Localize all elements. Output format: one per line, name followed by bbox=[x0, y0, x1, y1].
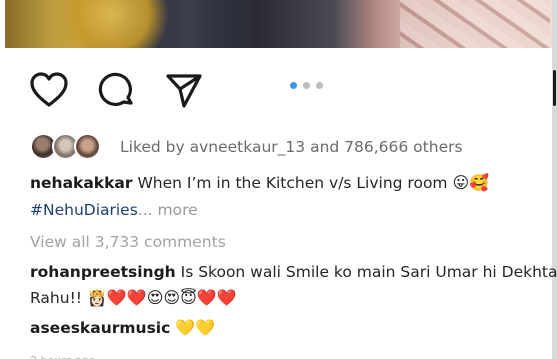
post-image[interactable] bbox=[5, 0, 552, 48]
comment-emojis: 💛💛 bbox=[175, 318, 216, 337]
carousel-dot bbox=[316, 82, 323, 89]
likes-others-link[interactable]: 786,666 others bbox=[344, 138, 462, 156]
carousel-dot bbox=[290, 82, 297, 89]
share-button[interactable] bbox=[164, 70, 204, 110]
instagram-post: Liked by avneetkaur_13 and 786,666 other… bbox=[0, 0, 557, 359]
comment: rohanpreetsingh Is Skoon wali Smile ko m… bbox=[30, 261, 557, 283]
caption-username[interactable]: nehakakkar bbox=[30, 174, 133, 192]
comment: aseeskaurmusic 💛💛 bbox=[30, 317, 215, 339]
caption-line-2: #NehuDiaries... more bbox=[30, 199, 198, 221]
scrollbar-thumb[interactable] bbox=[553, 70, 556, 106]
caption-ellipsis: ... bbox=[137, 201, 153, 219]
comment-button[interactable] bbox=[97, 70, 137, 110]
comment-username[interactable]: aseeskaurmusic bbox=[30, 319, 170, 337]
carousel-dot bbox=[303, 82, 310, 89]
comment-continued: Rahu!! 👸🏻❤️❤️😍😍😇❤️❤️ bbox=[30, 287, 237, 309]
image-detail bbox=[65, 0, 185, 48]
comment-username[interactable]: rohanpreetsingh bbox=[30, 263, 176, 281]
likes-text: Liked by avneetkaur_13 and 786,666 other… bbox=[120, 138, 463, 156]
comment-icon bbox=[98, 72, 133, 106]
post-timestamp: 2 hours ago bbox=[30, 350, 95, 359]
likes-row[interactable]: Liked by avneetkaur_13 and 786,666 other… bbox=[30, 133, 463, 161]
caption-emojis: 😛🥰 bbox=[452, 173, 490, 192]
likes-user-link[interactable]: avneetkaur_13 bbox=[190, 138, 306, 156]
liker-avatars bbox=[30, 133, 114, 161]
caption-line: nehakakkar When I’m in the Kitchen v/s L… bbox=[30, 172, 489, 194]
comment-text: Rahu!! bbox=[30, 289, 87, 307]
share-icon bbox=[166, 74, 202, 108]
avatar bbox=[74, 133, 101, 160]
scrollbar[interactable] bbox=[552, 0, 557, 359]
caption-text: When I’m in the Kitchen v/s Living room bbox=[132, 174, 453, 192]
comment-emojis: 👸🏻❤️❤️😍😍😇❤️❤️ bbox=[86, 288, 237, 307]
heart-icon bbox=[30, 72, 68, 107]
carousel-indicator bbox=[290, 82, 323, 89]
view-all-comments-link[interactable]: View all 3,733 comments bbox=[30, 231, 226, 253]
likes-middle: and bbox=[305, 138, 345, 156]
likes-prefix: Liked by bbox=[120, 138, 190, 156]
more-link[interactable]: more bbox=[153, 201, 198, 219]
hashtag-link[interactable]: #NehuDiaries bbox=[30, 201, 138, 219]
comment-text: Is Skoon wali Smile ko main Sari Umar hi… bbox=[175, 263, 557, 281]
like-button[interactable] bbox=[29, 70, 69, 110]
image-detail bbox=[400, 0, 550, 48]
